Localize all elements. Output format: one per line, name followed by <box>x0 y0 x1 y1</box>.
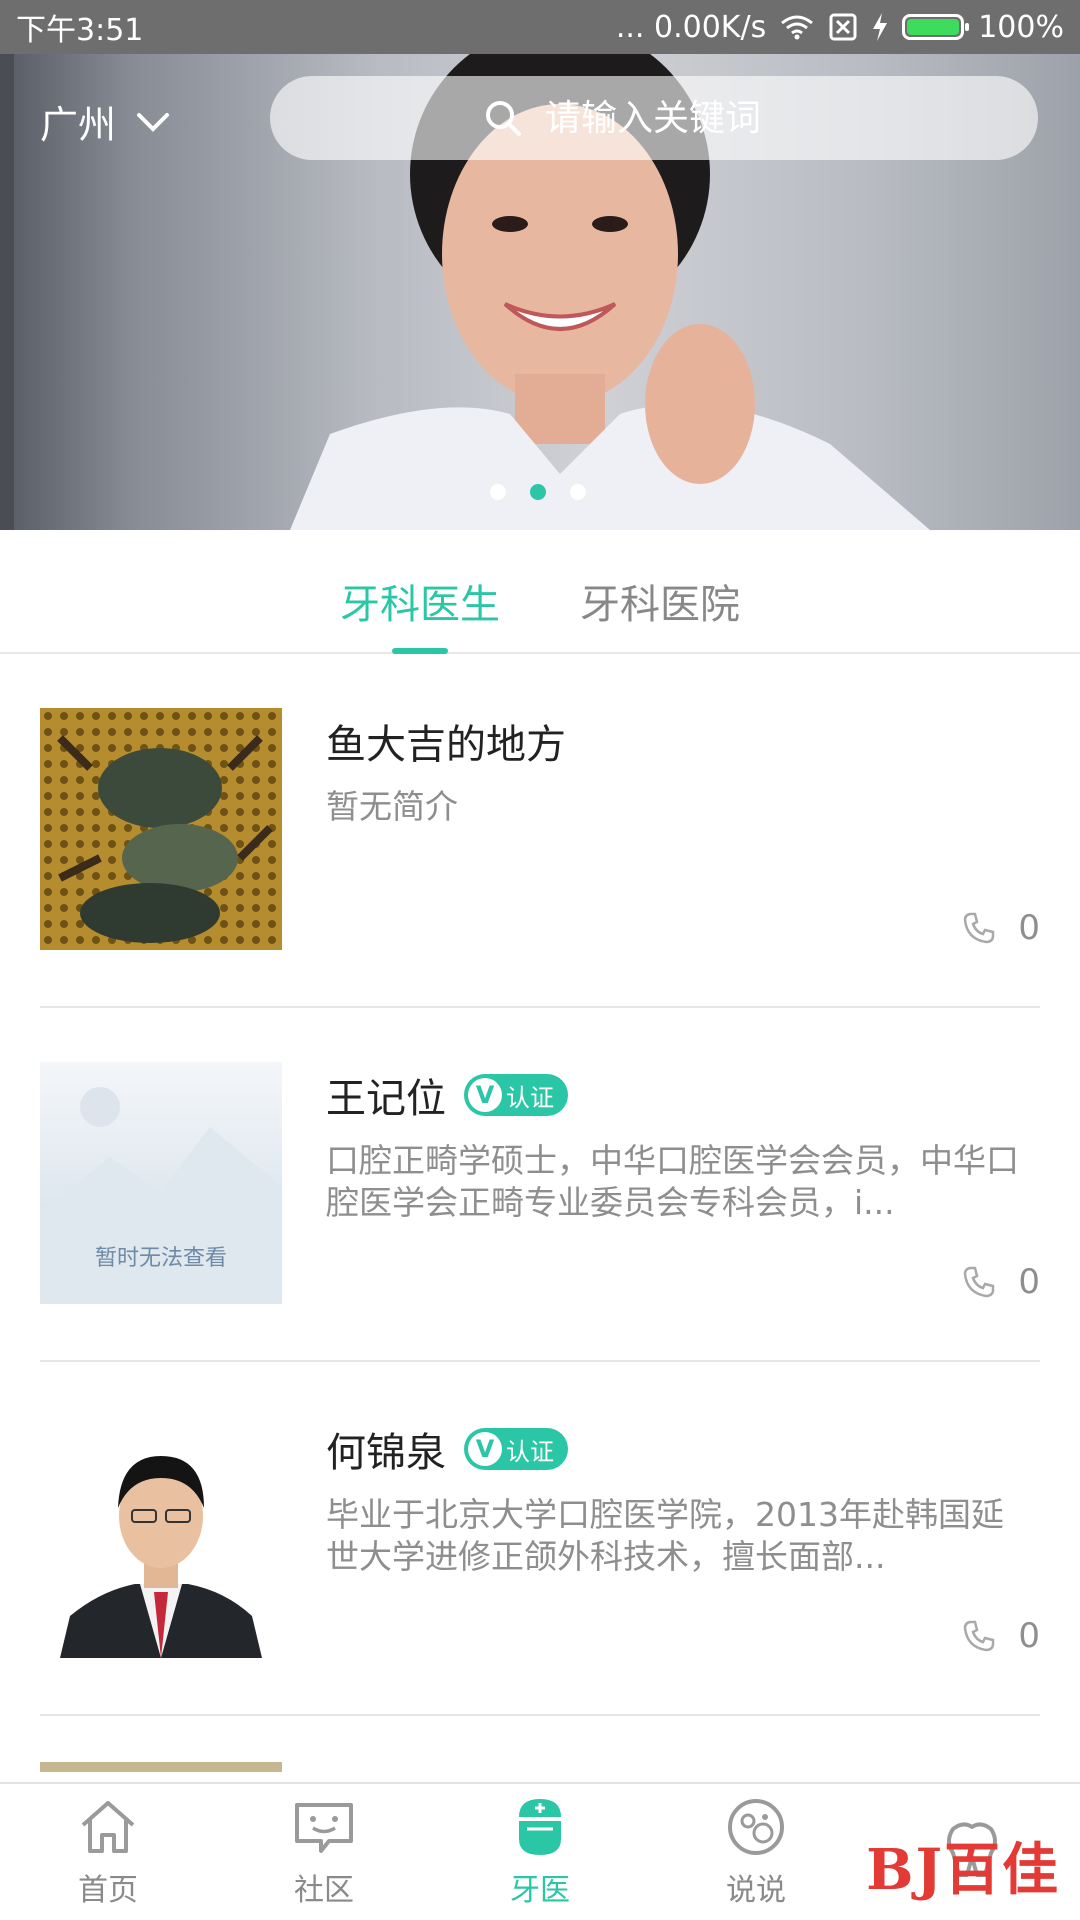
doctor-avatar-placeholder: 暂时无法查看 <box>40 1062 282 1304</box>
tab-dental-hospitals[interactable]: 牙科医院 <box>580 530 740 652</box>
doctor-list-item[interactable]: 鱼大吉的地方 暂无简介 0 <box>40 654 1040 1008</box>
charging-icon <box>873 13 888 41</box>
doctor-name: 鱼大吉的地方 <box>326 722 566 768</box>
call-count-value: 0 <box>1018 1262 1040 1302</box>
phone-icon <box>964 1620 995 1652</box>
dentist-icon <box>519 1799 561 1855</box>
nav-label: 首页 <box>78 1873 138 1908</box>
search-bar[interactable] <box>270 76 1038 160</box>
doctor-list-item[interactable]: 何锦泉 V 认证 毕业于北京大学口腔医学院，2013年赴韩国延世大学进修正颌外科… <box>40 1362 1040 1716</box>
watermark-logo: BJ百佳 <box>866 1837 1060 1903</box>
doctor-name: 王记位 <box>326 1076 446 1122</box>
doctor-list-item[interactable]: 暂时无法查看 王记位 V 认证 口腔正畸学硕士，中华口腔医学会会员，中华口腔医学… <box>40 1008 1040 1362</box>
status-time: 下午3:51 <box>16 13 144 48</box>
verified-badge: V 认证 <box>464 1074 568 1116</box>
city-label: 广州 <box>40 103 117 147</box>
doctor-avatar <box>40 1416 282 1658</box>
next-item-thumbnail-peek <box>40 1762 282 1772</box>
city-selector[interactable]: 广州 <box>40 94 170 149</box>
nav-home[interactable]: 首页 <box>0 1784 216 1920</box>
search-icon <box>486 101 521 136</box>
nav-community[interactable]: 社区 <box>216 1784 432 1920</box>
call-count-value: 0 <box>1018 908 1040 948</box>
doctor-description: 毕业于北京大学口腔医学院，2013年赴韩国延世大学进修正颌外科技术，擅长面部..… <box>326 1495 1004 1576</box>
call-count[interactable]: 0 <box>962 1616 1040 1656</box>
crab-photo <box>40 708 282 950</box>
chevron-down-icon <box>137 112 170 132</box>
category-tabs: 牙科医生 牙科医院 <box>0 530 1080 654</box>
doctor-description: 口腔正畸学硕士，中华口腔医学会会员，中华口腔医学会正畸专业委员会专科会员，i..… <box>326 1141 1019 1222</box>
carousel-dot-active[interactable] <box>530 484 546 500</box>
bottom-navigation: 首页 社区 牙医 说说 BJ百佳 <box>0 1782 1080 1920</box>
battery-percent: 100% <box>978 9 1064 45</box>
call-count[interactable]: 0 <box>962 908 1040 948</box>
home-icon <box>81 1801 135 1853</box>
verified-badge: V 认证 <box>464 1428 568 1470</box>
doctor-portrait <box>40 1416 282 1658</box>
chat-bubble-icon <box>295 1803 353 1853</box>
nav-label: 社区 <box>294 1873 354 1908</box>
doctor-avatar <box>40 708 282 950</box>
battery-level <box>907 19 960 35</box>
nav-label: 牙医 <box>510 1873 570 1908</box>
wifi-icon <box>781 15 814 40</box>
battery-icon <box>902 14 970 40</box>
app-screen: 下午3:51 ... 0.00K/s 100% 广州 请输入关键词 牙科医生 牙… <box>0 0 1080 1920</box>
no-sim-icon <box>829 13 857 41</box>
carousel-indicators <box>490 484 586 500</box>
verified-v-icon: V <box>468 1078 502 1112</box>
doctor-list: 鱼大吉的地方 暂无简介 0 暂时无法查看 王记位 V 认证 口腔正畸学硕士，中华… <box>0 654 1080 1716</box>
network-speed: ... 0.00K/s <box>615 9 767 45</box>
status-indicators: ... 0.00K/s 100% <box>616 10 1064 45</box>
doctor-name-row: 王记位 V 认证 <box>326 1066 568 1124</box>
phone-icon <box>964 912 995 944</box>
nav-dentist[interactable]: 牙医 <box>432 1784 648 1920</box>
banner-edge <box>0 54 14 530</box>
doctor-name-row: 鱼大吉的地方 <box>326 712 566 770</box>
nav-label: 说说 <box>726 1873 786 1908</box>
tab-dentists[interactable]: 牙科医生 <box>340 530 500 652</box>
carousel-dot[interactable] <box>490 484 506 500</box>
placeholder-text: 暂时无法查看 <box>94 1246 227 1271</box>
verified-v-icon: V <box>468 1432 502 1466</box>
doctor-description: 暂无简介 <box>326 787 458 826</box>
doctor-name: 何锦泉 <box>326 1430 446 1476</box>
verified-label: 认证 <box>506 1083 554 1112</box>
status-bar: 下午3:51 ... 0.00K/s 100% <box>0 0 1080 54</box>
search-input[interactable] <box>545 97 825 139</box>
call-count-value: 0 <box>1018 1616 1040 1656</box>
doctor-name-row: 何锦泉 V 认证 <box>326 1420 568 1478</box>
phone-icon <box>964 1266 995 1298</box>
call-count[interactable]: 0 <box>962 1262 1040 1302</box>
banner-carousel[interactable]: 广州 <box>0 54 1080 530</box>
carousel-dot[interactable] <box>570 484 586 500</box>
verified-label: 认证 <box>506 1437 554 1466</box>
nav-posts[interactable]: 说说 <box>648 1784 864 1920</box>
bubbles-icon <box>728 1799 784 1855</box>
